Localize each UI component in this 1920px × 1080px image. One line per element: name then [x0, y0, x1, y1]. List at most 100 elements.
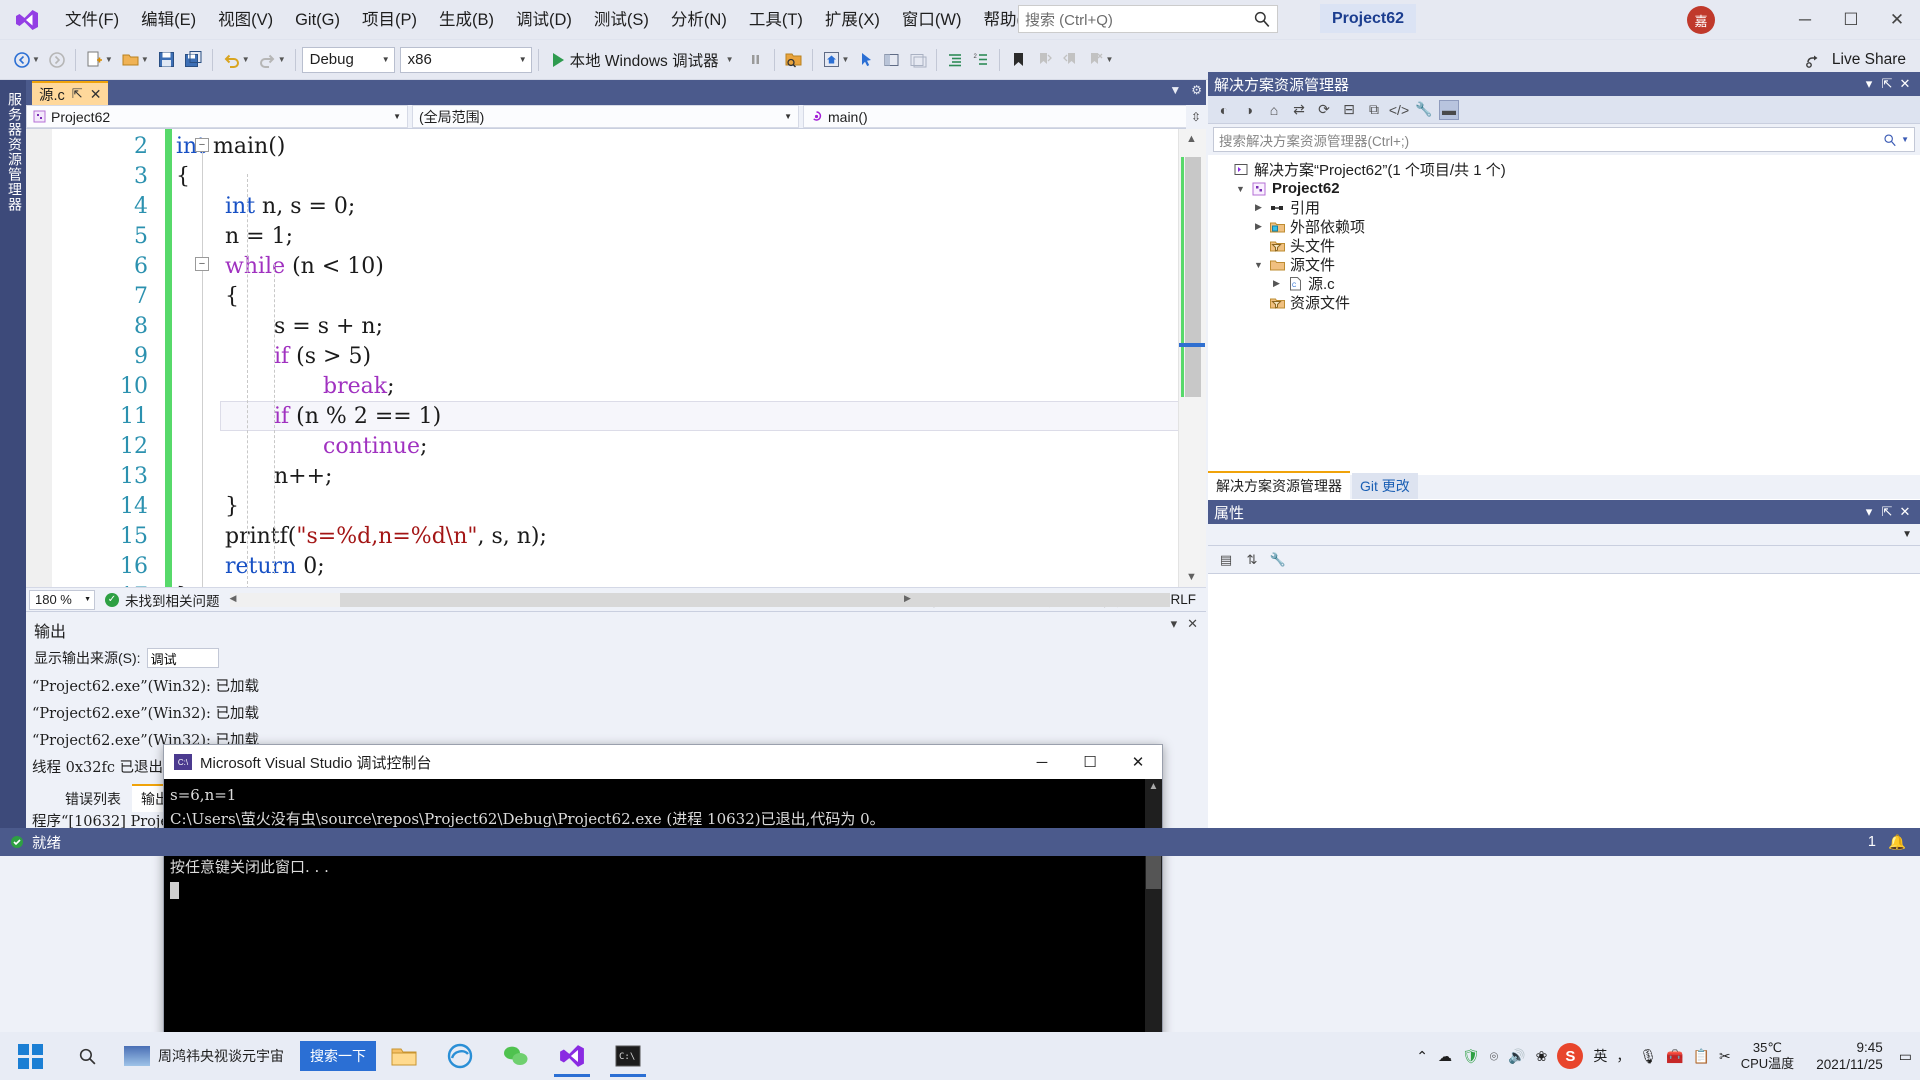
platform-combo[interactable]: x86 ▼ — [400, 47, 532, 73]
start-button[interactable] — [0, 1044, 60, 1069]
collapse-all-icon[interactable]: ⊟ — [1339, 100, 1359, 120]
pin-icon[interactable]: ⇱ — [1878, 76, 1896, 92]
menu-debug[interactable]: 调试(D) — [505, 6, 583, 34]
screenshot-icon[interactable]: ✂ — [1719, 1048, 1731, 1065]
gear-icon[interactable]: ⚙ — [1191, 83, 1202, 97]
float-window-icon[interactable]: ▾ — [1171, 616, 1178, 632]
home-button[interactable]: ▼ — [819, 46, 853, 74]
document-tab-source-c[interactable]: 源.c ⇱ ✕ — [32, 81, 108, 105]
navigate-forward-button[interactable] — [45, 46, 69, 74]
expander-collapsed-icon[interactable]: ▶ — [1252, 221, 1265, 232]
taskbar-search-button[interactable] — [60, 1047, 114, 1066]
next-bookmark-button[interactable] — [1058, 46, 1082, 74]
clear-bookmarks-button[interactable]: ▼ — [1084, 46, 1116, 74]
zoom-level-combo[interactable]: 180 % ▼ — [29, 590, 95, 610]
configuration-combo[interactable]: Debug ▼ — [302, 47, 395, 73]
notification-count[interactable]: 1 — [1868, 834, 1876, 850]
menu-project[interactable]: 项目(P) — [351, 6, 428, 34]
indent-button[interactable] — [943, 46, 967, 74]
bell-icon[interactable]: 🔔 — [1888, 834, 1906, 851]
menu-git[interactable]: Git(G) — [284, 6, 351, 34]
window-layout-button[interactable] — [880, 46, 904, 74]
taskbar-edge[interactable] — [432, 1034, 488, 1078]
new-item-button[interactable]: ▼ — [82, 46, 116, 74]
scrollbar-thumb[interactable] — [1185, 157, 1201, 397]
menu-extensions[interactable]: 扩展(X) — [814, 6, 891, 34]
solution-tree-item[interactable]: ▼Project62 — [1216, 179, 1920, 198]
clock-widget[interactable]: 9:45 2021/11/25 — [1810, 1039, 1889, 1073]
outline-button[interactable]: 2 — [969, 46, 993, 74]
scope-dropdown[interactable]: (全局范围) ▼ — [412, 105, 799, 128]
fold-toggle-main[interactable]: − — [195, 138, 209, 152]
solution-tree-item[interactable]: 头文件 — [1216, 236, 1920, 255]
output-source-combo[interactable]: 调试 — [147, 648, 219, 668]
solution-tree-item[interactable]: ▶C源.c — [1216, 274, 1920, 293]
save-all-button[interactable] — [181, 46, 206, 74]
solution-tree-item[interactable]: ▶外部依赖项 — [1216, 217, 1920, 236]
categorized-icon[interactable]: ▤ — [1216, 550, 1236, 570]
code-line[interactable]: if (s > 5) — [274, 342, 371, 372]
menu-tools[interactable]: 工具(T) — [738, 6, 814, 34]
home-icon[interactable]: ⌂ — [1264, 100, 1284, 120]
toolbox-icon[interactable]: 🧰 — [1666, 1048, 1683, 1065]
code-line[interactable]: } — [225, 492, 239, 522]
open-file-button[interactable]: ▼ — [118, 46, 152, 74]
solution-tree-item[interactable]: 资源文件 — [1216, 293, 1920, 312]
code-line[interactable]: int main() — [176, 132, 285, 162]
close-button[interactable]: ✕ — [1874, 0, 1920, 40]
start-debugging-button[interactable]: 本地 Windows 调试器 ▼ — [545, 46, 742, 74]
action-center-icon[interactable]: ▭ — [1899, 1048, 1912, 1065]
editor-vertical-scrollbar[interactable]: ▲ ▼ — [1178, 129, 1206, 587]
pin-icon[interactable]: ⇱ — [1878, 504, 1896, 520]
code-line[interactable]: break; — [323, 372, 395, 402]
maximize-button[interactable]: ☐ — [1828, 0, 1874, 40]
previous-bookmark-button[interactable] — [1032, 46, 1056, 74]
navigate-back-button[interactable]: ▼ — [10, 46, 43, 74]
properties-grid[interactable] — [1208, 574, 1920, 828]
console-scrollbar[interactable]: ▲ ▼ — [1145, 779, 1162, 1043]
ime-indicator[interactable]: 英 ， 🎙 🧰 📋 ✂ — [1593, 1046, 1730, 1066]
code-line[interactable]: s = s + n; — [274, 312, 383, 342]
tab-error-list[interactable]: 错误列表 — [56, 786, 130, 812]
code-line[interactable]: n = 1; — [225, 222, 293, 252]
scroll-up-icon[interactable]: ▲ — [1145, 781, 1162, 792]
code-text-area[interactable]: int main(){int n, s = 0;n = 1;while (n <… — [26, 129, 1206, 587]
taskbar-visual-studio[interactable] — [544, 1034, 600, 1078]
close-icon[interactable]: ✕ — [90, 86, 102, 103]
solution-search-input[interactable]: 搜索解决方案资源管理器(Ctrl+;) ▼ — [1213, 127, 1915, 152]
search-pill-button[interactable]: 搜索一下 — [300, 1041, 376, 1071]
flower-icon[interactable]: ❀ — [1536, 1048, 1548, 1065]
cpu-temperature-widget[interactable]: 35℃ CPU温度 — [1741, 1040, 1800, 1072]
clipboard-icon[interactable]: 📋 — [1693, 1048, 1710, 1065]
scroll-up-icon[interactable]: ▲ — [1186, 133, 1197, 145]
properties-object-combo[interactable]: ▼ — [1208, 524, 1920, 546]
menu-file[interactable]: 文件(F) — [54, 6, 130, 34]
code-view-icon[interactable]: </> — [1389, 100, 1409, 120]
chevron-down-icon[interactable]: ▼ — [1901, 135, 1909, 144]
cloud-icon[interactable]: ☁ — [1438, 1048, 1452, 1065]
project-dropdown[interactable]: Project62 ▼ — [26, 105, 408, 128]
volume-icon[interactable]: 🔊 — [1508, 1048, 1525, 1065]
chevron-up-icon[interactable]: ⌃ — [1416, 1048, 1428, 1065]
menu-analyze[interactable]: 分析(N) — [660, 6, 738, 34]
code-line[interactable]: { — [176, 162, 190, 192]
console-maximize-button[interactable]: ☐ — [1066, 745, 1114, 779]
attach-process-button[interactable] — [744, 46, 768, 74]
folder-search-button[interactable] — [781, 46, 806, 74]
hscroll-thumb[interactable] — [340, 593, 1170, 607]
mic-icon[interactable]: 🎙 — [1639, 1048, 1657, 1065]
code-line[interactable]: while (n < 10) — [225, 252, 384, 282]
console-minimize-button[interactable]: ─ — [1018, 745, 1066, 779]
wifi-icon[interactable]: ⌾ — [1490, 1048, 1498, 1065]
solution-tree-item[interactable]: 解决方案“Project62”(1 个项目/共 1 个) — [1216, 160, 1920, 179]
expander-collapsed-icon[interactable]: ▶ — [1252, 202, 1265, 213]
solution-tree-item[interactable]: ▶引用 — [1216, 198, 1920, 217]
menu-build[interactable]: 生成(B) — [428, 6, 505, 34]
member-dropdown[interactable]: main() ▼ — [803, 105, 1206, 128]
menu-window[interactable]: 窗口(W) — [891, 6, 973, 34]
close-icon[interactable]: ✕ — [1896, 76, 1914, 92]
news-widget[interactable]: 周鸿祎央视谈元宇宙 — [114, 1034, 294, 1078]
fold-toggle-while[interactable]: − — [195, 257, 209, 271]
expander-expanded-icon[interactable]: ▼ — [1234, 184, 1247, 194]
taskbar-console-app[interactable]: C:\ — [600, 1034, 656, 1078]
